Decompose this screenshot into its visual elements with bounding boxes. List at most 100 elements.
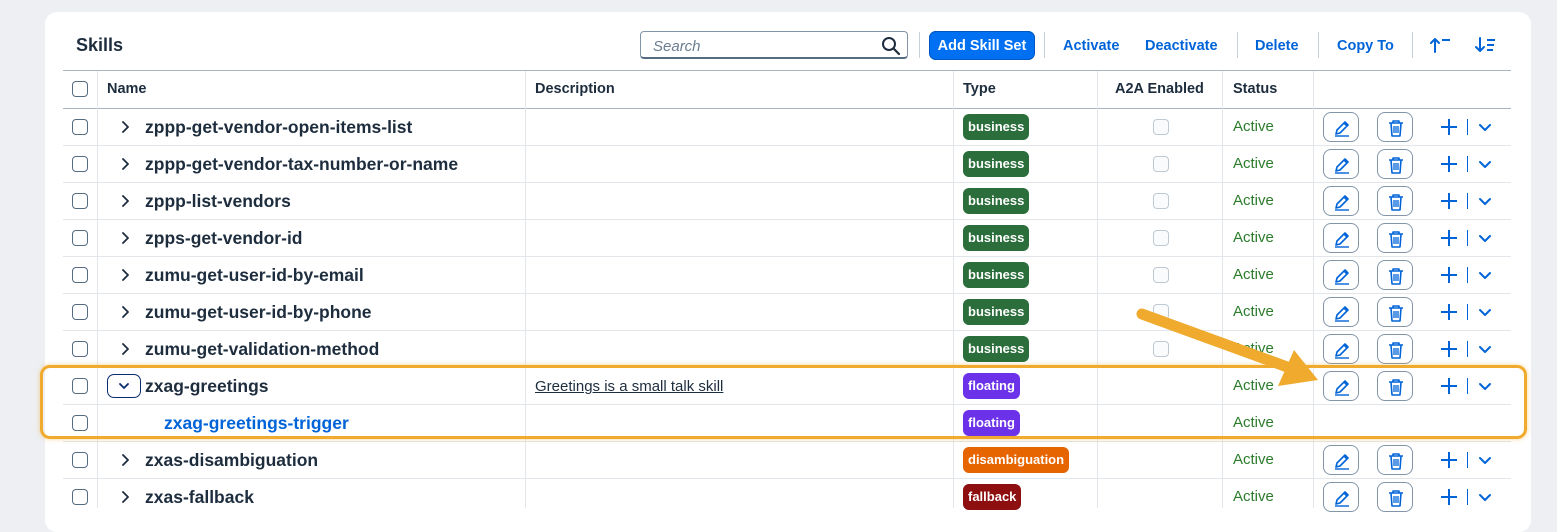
status-text: Active bbox=[1233, 414, 1274, 431]
edit-icon bbox=[1335, 343, 1349, 359]
copy-to-button[interactable]: Copy To bbox=[1337, 31, 1394, 60]
edit-button[interactable] bbox=[1323, 112, 1359, 142]
type-badge: business bbox=[963, 151, 1030, 177]
status-text: Active bbox=[1233, 266, 1274, 283]
add-icon[interactable] bbox=[1440, 451, 1458, 474]
search-input[interactable] bbox=[651, 36, 875, 56]
dropdown-icon[interactable] bbox=[1478, 343, 1492, 361]
chevron-right-icon[interactable] bbox=[118, 490, 132, 509]
skill-name: zpps-get-vendor-id bbox=[145, 228, 303, 248]
row-select-checkbox[interactable] bbox=[72, 378, 88, 394]
sort-ascending-icon[interactable] bbox=[1429, 36, 1451, 59]
delete-button[interactable]: Delete bbox=[1255, 31, 1299, 60]
action-separator bbox=[1467, 378, 1468, 394]
add-icon[interactable] bbox=[1440, 303, 1458, 326]
add-icon[interactable] bbox=[1440, 118, 1458, 141]
dropdown-icon[interactable] bbox=[1478, 269, 1492, 287]
chevron-right-icon[interactable] bbox=[118, 305, 132, 324]
delete-row-button[interactable] bbox=[1377, 186, 1413, 216]
column-header-a2a-enabled[interactable]: A2A Enabled bbox=[1115, 81, 1204, 97]
row-select-checkbox[interactable] bbox=[72, 415, 88, 431]
column-divider bbox=[97, 71, 98, 508]
chevron-right-icon[interactable] bbox=[118, 268, 132, 287]
chevron-right-icon[interactable] bbox=[118, 342, 132, 361]
column-header-name[interactable]: Name bbox=[107, 81, 147, 97]
select-all-checkbox[interactable] bbox=[72, 81, 88, 97]
add-skill-set-button[interactable]: Add Skill Set bbox=[929, 31, 1035, 60]
row-select-checkbox[interactable] bbox=[72, 267, 88, 283]
row-select-checkbox[interactable] bbox=[72, 489, 88, 505]
arrow-annotation bbox=[1136, 308, 1318, 386]
delete-icon bbox=[1389, 194, 1403, 211]
action-separator bbox=[1467, 230, 1468, 246]
chevron-right-icon[interactable] bbox=[118, 157, 132, 176]
status-text: Active bbox=[1233, 118, 1274, 135]
skill-trigger-link[interactable]: zxag-greetings-trigger bbox=[164, 413, 349, 434]
add-icon[interactable] bbox=[1440, 192, 1458, 215]
row-select-checkbox[interactable] bbox=[72, 193, 88, 209]
row-select-checkbox[interactable] bbox=[72, 304, 88, 320]
row-select-checkbox[interactable] bbox=[72, 230, 88, 246]
row-select-checkbox[interactable] bbox=[72, 452, 88, 468]
row-divider bbox=[63, 219, 1511, 220]
dropdown-icon[interactable] bbox=[1478, 195, 1492, 213]
delete-row-button[interactable] bbox=[1377, 334, 1413, 364]
dropdown-icon[interactable] bbox=[1478, 121, 1492, 139]
dropdown-icon[interactable] bbox=[1478, 306, 1492, 324]
a2a-enabled-checkbox bbox=[1153, 193, 1169, 209]
search-field[interactable] bbox=[640, 31, 908, 59]
search-icon[interactable] bbox=[881, 36, 901, 61]
row-divider bbox=[63, 145, 1511, 146]
delete-icon bbox=[1389, 157, 1403, 174]
delete-icon bbox=[1389, 231, 1403, 248]
edit-button[interactable] bbox=[1323, 186, 1359, 216]
add-icon[interactable] bbox=[1440, 266, 1458, 289]
row-select-checkbox[interactable] bbox=[72, 119, 88, 135]
dropdown-icon[interactable] bbox=[1478, 491, 1492, 509]
delete-row-button[interactable] bbox=[1377, 297, 1413, 327]
row-select-checkbox[interactable] bbox=[72, 341, 88, 357]
edit-button[interactable] bbox=[1323, 260, 1359, 290]
column-header-description[interactable]: Description bbox=[535, 81, 615, 97]
a2a-enabled-checkbox bbox=[1153, 267, 1169, 283]
skill-name: zppp-get-vendor-open-items-list bbox=[145, 117, 413, 137]
dropdown-icon[interactable] bbox=[1478, 454, 1492, 472]
skill-description[interactable]: Greetings is a small talk skill bbox=[535, 378, 723, 395]
delete-icon bbox=[1389, 268, 1403, 285]
dropdown-icon[interactable] bbox=[1478, 232, 1492, 250]
edit-button[interactable] bbox=[1323, 149, 1359, 179]
dropdown-icon[interactable] bbox=[1478, 380, 1492, 398]
edit-button[interactable] bbox=[1323, 445, 1359, 475]
collapse-button[interactable] bbox=[107, 374, 141, 398]
delete-icon bbox=[1389, 490, 1403, 507]
column-header-status[interactable]: Status bbox=[1233, 81, 1277, 97]
edit-icon bbox=[1335, 121, 1349, 137]
chevron-right-icon[interactable] bbox=[118, 231, 132, 250]
delete-row-button[interactable] bbox=[1377, 371, 1413, 401]
column-header-type[interactable]: Type bbox=[963, 81, 996, 97]
delete-row-button[interactable] bbox=[1377, 445, 1413, 475]
chevron-right-icon[interactable] bbox=[118, 194, 132, 213]
row-select-checkbox[interactable] bbox=[72, 156, 88, 172]
toolbar-separator bbox=[919, 32, 920, 58]
column-divider bbox=[1222, 71, 1223, 508]
chevron-right-icon[interactable] bbox=[118, 453, 132, 472]
add-icon[interactable] bbox=[1440, 229, 1458, 252]
type-badge: business bbox=[963, 188, 1030, 214]
delete-row-button[interactable] bbox=[1377, 149, 1413, 179]
delete-row-button[interactable] bbox=[1377, 223, 1413, 253]
header-bottom-border bbox=[63, 108, 1511, 109]
column-divider bbox=[1313, 71, 1314, 508]
delete-row-button[interactable] bbox=[1377, 260, 1413, 290]
add-icon[interactable] bbox=[1440, 155, 1458, 178]
activate-button[interactable]: Activate bbox=[1063, 31, 1119, 60]
deactivate-button[interactable]: Deactivate bbox=[1145, 31, 1218, 60]
add-icon[interactable] bbox=[1440, 377, 1458, 400]
delete-row-button[interactable] bbox=[1377, 112, 1413, 142]
chevron-right-icon[interactable] bbox=[118, 120, 132, 139]
edit-button[interactable] bbox=[1323, 223, 1359, 253]
sort-descending-icon[interactable] bbox=[1474, 36, 1496, 59]
edit-icon bbox=[1335, 454, 1349, 470]
add-icon[interactable] bbox=[1440, 340, 1458, 363]
dropdown-icon[interactable] bbox=[1478, 158, 1492, 176]
